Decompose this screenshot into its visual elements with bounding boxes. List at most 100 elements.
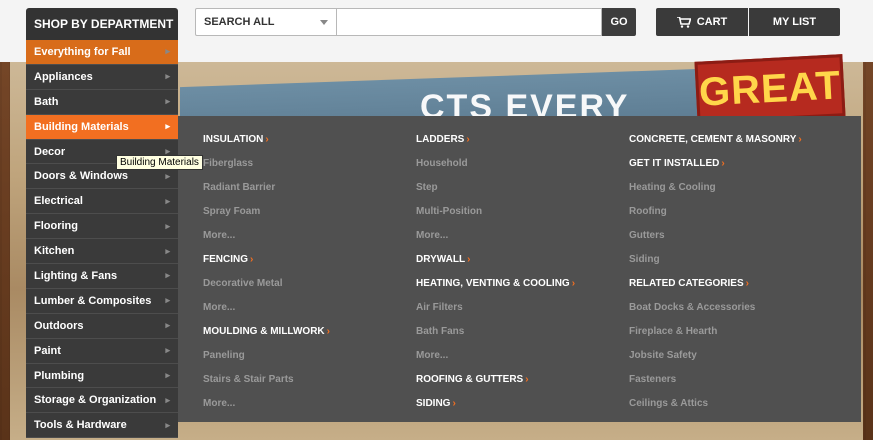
flyout-link-label: Fiberglass xyxy=(203,158,254,169)
flyout-link[interactable]: Step xyxy=(416,182,575,206)
department-item-label: Lumber & Composites xyxy=(34,294,152,307)
flyout-heading-label: RELATED CATEGORIES xyxy=(629,278,744,289)
promo-badge-text: GREAT xyxy=(697,63,843,115)
flyout-link[interactable]: Spray Foam xyxy=(203,206,330,230)
flyout-link-label: Roofing xyxy=(629,206,667,217)
department-item[interactable]: Everything for Fall ▸ xyxy=(26,40,178,65)
flyout-link-label: Boat Docks & Accessories xyxy=(629,302,756,313)
chevron-right-icon: ▸ xyxy=(165,121,170,132)
department-item[interactable]: Paint ▸ xyxy=(26,338,178,364)
flyout-link-label: Fasteners xyxy=(629,374,677,385)
department-item[interactable]: Flooring ▸ xyxy=(26,214,178,240)
search-scope-select[interactable]: SEARCH ALL xyxy=(195,8,337,36)
flyout-heading-link[interactable]: HEATING, VENTING & COOLING › xyxy=(416,278,575,302)
flyout-link[interactable]: More... xyxy=(203,230,330,254)
flyout-link[interactable]: Ceilings & Attics xyxy=(629,398,802,422)
flyout-heading-link[interactable]: DRYWALL › xyxy=(416,254,575,278)
flyout-link[interactable]: Fiberglass xyxy=(203,158,330,182)
flyout-link[interactable]: Multi-Position xyxy=(416,206,575,230)
flyout-heading-link[interactable]: RELATED CATEGORIES › xyxy=(629,278,802,302)
department-item-label: Everything for Fall xyxy=(34,45,131,58)
flyout-link[interactable]: Stairs & Stair Parts xyxy=(203,374,330,398)
flyout-link[interactable]: Heating & Cooling xyxy=(629,182,802,206)
department-item[interactable]: Lighting & Fans ▸ xyxy=(26,264,178,289)
flyout-link[interactable]: Roofing xyxy=(629,206,802,230)
chevron-right-icon: › xyxy=(250,254,254,265)
department-item[interactable]: Plumbing ▸ xyxy=(26,363,178,389)
flyout-link-label: Household xyxy=(416,158,468,169)
flyout-link-label: Bath Fans xyxy=(416,326,465,337)
flyout-link[interactable]: Gutters xyxy=(629,230,802,254)
flyout-link[interactable]: Fireplace & Hearth xyxy=(629,326,802,350)
department-item-label: Doors & Windows xyxy=(34,170,129,183)
flyout-link[interactable]: More... xyxy=(203,302,330,326)
department-item[interactable]: Electrical ▸ xyxy=(26,189,178,215)
chevron-right-icon: › xyxy=(745,278,749,289)
flyout-heading-label: GET IT INSTALLED xyxy=(629,158,720,169)
flyout-link[interactable]: Paneling xyxy=(203,350,330,374)
flyout-link[interactable]: More... xyxy=(203,398,330,422)
flyout-link-label: Siding xyxy=(629,254,660,265)
chevron-right-icon: ▸ xyxy=(165,195,170,206)
flyout-link-label: Heating & Cooling xyxy=(629,182,716,193)
department-item-label: Paint xyxy=(34,344,61,357)
flyout-link[interactable]: Fasteners xyxy=(629,374,802,398)
department-item[interactable]: Kitchen ▸ xyxy=(26,239,178,265)
flyout-link[interactable]: Siding xyxy=(629,254,802,278)
chevron-down-icon xyxy=(320,20,328,25)
department-item[interactable]: Lumber & Composites ▸ xyxy=(26,288,178,314)
flyout-column-2: LADDERS › Household Step Multi-Position More.… xyxy=(416,134,575,422)
department-item[interactable]: Building Materials ▸ xyxy=(26,114,178,140)
flyout-column-3: CONCRETE, CEMENT & MASONRY › GET IT INSTAL… xyxy=(629,134,802,422)
department-item-label: Plumbing xyxy=(34,369,85,382)
flyout-heading-link[interactable]: MOULDING & MILLWORK › xyxy=(203,326,330,350)
my-list-button[interactable]: MY LIST xyxy=(749,8,840,36)
flyout-link[interactable]: Air Filters xyxy=(416,302,575,326)
flyout-link[interactable]: Jobsite Safety xyxy=(629,350,802,374)
flyout-link[interactable]: Decorative Metal xyxy=(203,278,330,302)
flyout-heading-label: LADDERS xyxy=(416,134,465,145)
flyout-link[interactable]: More... xyxy=(416,230,575,254)
flyout-link[interactable]: Radiant Barrier xyxy=(203,182,330,206)
flyout-link[interactable]: More... xyxy=(416,350,575,374)
promo-badge[interactable]: GREAT xyxy=(694,54,846,124)
department-item[interactable]: Outdoors ▸ xyxy=(26,313,178,339)
chevron-right-icon: ▸ xyxy=(165,220,170,231)
flyout-heading-label: DRYWALL xyxy=(416,254,466,265)
flyout-heading-link[interactable]: LADDERS › xyxy=(416,134,575,158)
cart-icon xyxy=(676,16,691,28)
flyout-heading-link[interactable]: CONCRETE, CEMENT & MASONRY › xyxy=(629,134,802,158)
chevron-right-icon: › xyxy=(452,398,456,409)
shop-by-department-header[interactable]: SHOP BY DEPARTMENT xyxy=(26,8,178,40)
flyout-heading-label: FENCING xyxy=(203,254,248,265)
department-item-label: Electrical xyxy=(34,195,83,208)
flyout-link[interactable]: Boat Docks & Accessories xyxy=(629,302,802,326)
flyout-link[interactable]: Household xyxy=(416,158,575,182)
cart-button[interactable]: CART xyxy=(656,8,748,36)
department-item[interactable]: Bath ▸ xyxy=(26,89,178,115)
department-item[interactable]: Tools & Hardware ▸ xyxy=(26,413,178,439)
flyout-link-label: Radiant Barrier xyxy=(203,182,276,193)
department-item[interactable]: Storage & Organization ▸ xyxy=(26,388,178,414)
flyout-heading-label: SIDING xyxy=(416,398,451,409)
chevron-right-icon: › xyxy=(525,374,529,385)
chevron-right-icon: ▸ xyxy=(165,394,170,405)
flyout-heading-link[interactable]: ROOFING & GUTTERS › xyxy=(416,374,575,398)
flyout-link-label: Jobsite Safety xyxy=(629,350,697,361)
flyout-heading-label: MOULDING & MILLWORK xyxy=(203,326,325,337)
chevron-right-icon: ▸ xyxy=(165,295,170,306)
search-scope-label: SEARCH ALL xyxy=(204,16,275,28)
flyout-heading-link[interactable]: GET IT INSTALLED › xyxy=(629,158,802,182)
department-item-label: Flooring xyxy=(34,220,78,233)
department-item[interactable]: Appliances ▸ xyxy=(26,64,178,90)
search-input[interactable] xyxy=(337,8,602,36)
flyout-heading-link[interactable]: FENCING › xyxy=(203,254,330,278)
flyout-link-label: Multi-Position xyxy=(416,206,483,217)
go-button[interactable]: GO xyxy=(602,8,636,36)
flyout-heading-link[interactable]: INSULATION › xyxy=(203,134,330,158)
chevron-right-icon: › xyxy=(467,254,471,265)
flyout-link[interactable]: Bath Fans xyxy=(416,326,575,350)
flyout-heading-link[interactable]: SIDING › xyxy=(416,398,575,422)
department-item-label: Outdoors xyxy=(34,319,84,332)
flyout-heading-label: CONCRETE, CEMENT & MASONRY xyxy=(629,134,797,145)
